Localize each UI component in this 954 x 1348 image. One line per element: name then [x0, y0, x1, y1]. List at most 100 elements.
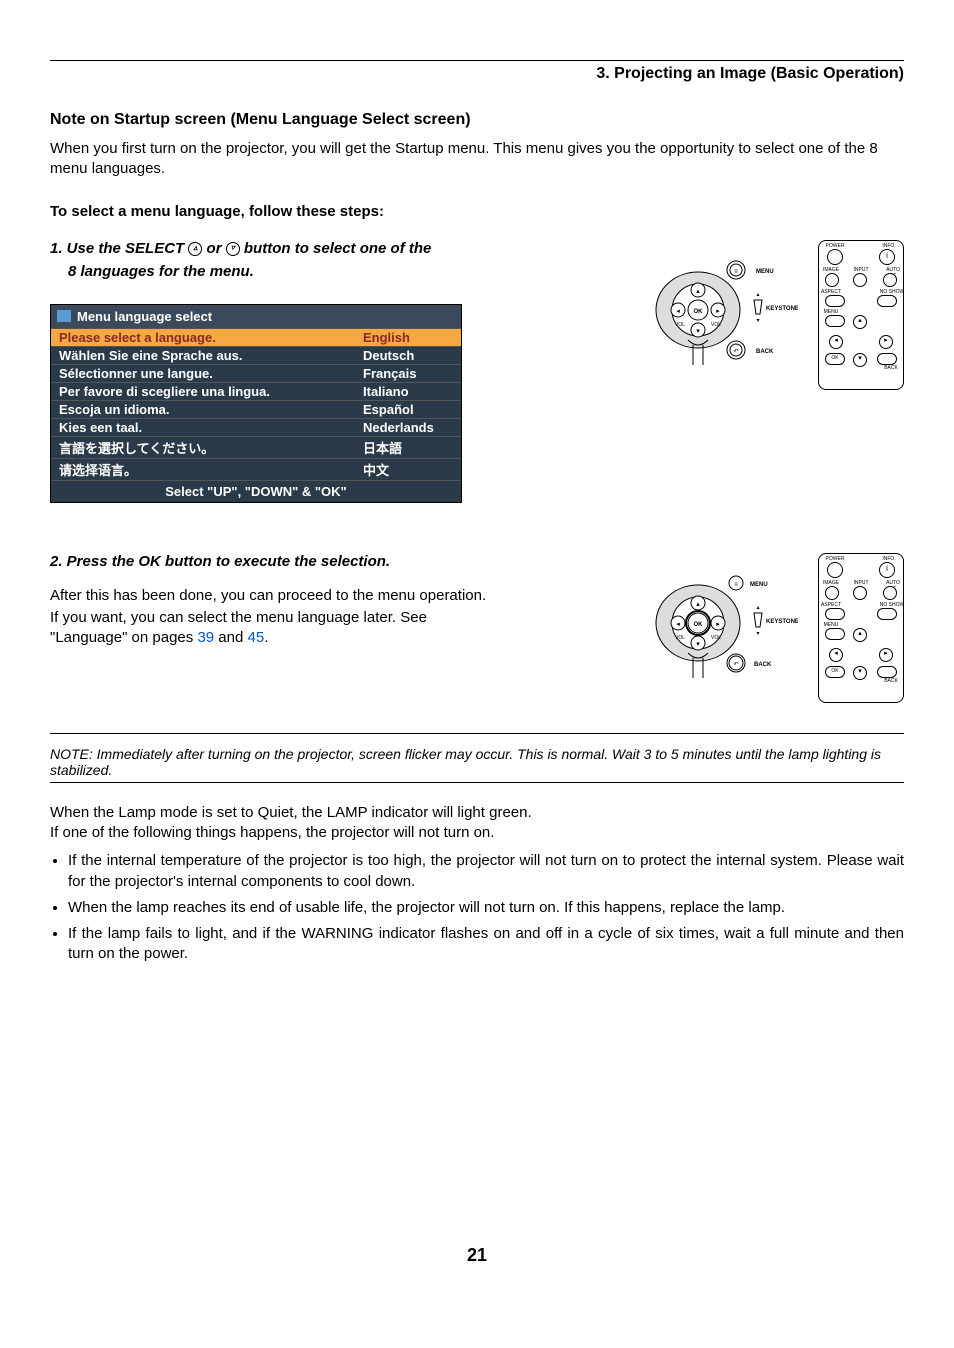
- down-select-icon: ▿: [226, 242, 240, 256]
- svg-text:≡: ≡: [734, 269, 738, 275]
- language-name: Nederlands: [363, 420, 453, 435]
- language-row: Kies een taal.Nederlands: [51, 418, 461, 436]
- svg-text:OK: OK: [694, 622, 704, 628]
- language-row: 言語を選択してください。日本語: [51, 436, 461, 458]
- intro-text: When you first turn on the projector, yo…: [50, 139, 904, 180]
- remote-info-label: INFO.: [879, 243, 899, 249]
- remote-power-btn: [827, 249, 843, 265]
- remote-back-btn: [877, 353, 897, 365]
- after-p2: If you want, you can select the menu lan…: [50, 608, 500, 649]
- language-row: Escoja un idioma.Español: [51, 400, 461, 418]
- step1-text-mid: or: [202, 240, 225, 257]
- remote-noshow-label: NO SHOW: [879, 289, 905, 295]
- remote2-back-label: BACK: [881, 678, 901, 684]
- keystone-label: KEYSTONE: [766, 306, 798, 312]
- remote2-ok-btn: OK: [825, 666, 845, 678]
- language-row: Per favore di scegliere una lingua.Itali…: [51, 382, 461, 400]
- svg-text:▾: ▾: [756, 631, 759, 637]
- language-title-icon: [57, 310, 71, 322]
- after-note-p1: When the Lamp mode is set to Quiet, the …: [50, 803, 904, 823]
- remote-diagram-2: POWER INFO. i IMAGE INPUT AUTO PC ASPECT…: [818, 553, 904, 703]
- remote-image-btn: [825, 273, 839, 287]
- remote2-power-btn: [827, 562, 843, 578]
- language-prompt: Kies een taal.: [59, 420, 363, 435]
- step1-line1: 1. Use the SELECT ▵ or ▿ button to selec…: [50, 240, 500, 257]
- control-panel-diagram-1: OK ▴ ▾ ◂ ▸ VOL VOL ≡ MENU ▴ ▾: [638, 240, 798, 380]
- remote2-down-btn: ▾: [853, 666, 867, 680]
- remote2-aspect-label: ASPECT: [821, 602, 841, 608]
- step1-block: 1. Use the SELECT ▵ or ▿ button to selec…: [50, 240, 904, 503]
- svg-text:↶: ↶: [733, 661, 738, 668]
- remote-up-btn: ▴: [853, 315, 867, 329]
- step2-line: 2. Press the OK button to execute the se…: [50, 553, 500, 570]
- svg-text:▾: ▾: [696, 641, 700, 648]
- language-prompt: Per favore di scegliere una lingua.: [59, 384, 363, 399]
- remote2-noshow-label: NO SHOW: [879, 602, 905, 608]
- remote-info-btn: i: [879, 249, 895, 265]
- step1-left: 1. Use the SELECT ▵ or ▿ button to selec…: [50, 240, 500, 503]
- svg-text:VOL: VOL: [711, 635, 721, 641]
- remote-image-label: IMAGE: [821, 267, 841, 273]
- language-rows: Please select a language.EnglishWählen S…: [51, 328, 461, 480]
- svg-text:≡: ≡: [734, 582, 738, 588]
- svg-text:▴: ▴: [696, 601, 700, 608]
- menu-label: MENU: [756, 269, 774, 275]
- after-end: .: [264, 629, 268, 646]
- remote-autopc-btn: [883, 273, 897, 287]
- svg-text:▴: ▴: [756, 605, 759, 611]
- language-name: Deutsch: [363, 348, 453, 363]
- remote2-noshow-btn: [877, 608, 897, 620]
- language-name: Italiano: [363, 384, 453, 399]
- language-row: Wählen Sie eine Sprache aus.Deutsch: [51, 346, 461, 364]
- up-select-icon: ▵: [188, 242, 202, 256]
- rule-top: [50, 60, 904, 61]
- language-prompt: Please select a language.: [59, 330, 363, 345]
- remote-menu-label: MENU: [821, 309, 841, 315]
- step1-text-end: button to select one of the: [240, 240, 432, 257]
- svg-text:BACK: BACK: [754, 662, 772, 668]
- language-prompt: Wählen Sie eine Sprache aus.: [59, 348, 363, 363]
- step1-right: OK ▴ ▾ ◂ ▸ VOL VOL ≡ MENU ▴ ▾: [520, 240, 904, 503]
- link-45[interactable]: 45: [248, 629, 265, 646]
- remote-noshow-btn: [877, 295, 897, 307]
- svg-text:VOL: VOL: [675, 322, 685, 328]
- language-row: Sélectionner une langue.Français: [51, 364, 461, 382]
- svg-text:↶: ↶: [733, 348, 738, 355]
- language-footer: Select "UP", "DOWN" & "OK": [51, 480, 461, 502]
- language-select-box: Menu language select Please select a lan…: [50, 304, 462, 503]
- language-prompt: Sélectionner une langue.: [59, 366, 363, 381]
- language-prompt: 言語を選択してください。: [59, 438, 363, 457]
- bullet-item: When the lamp reaches its end of usable …: [68, 898, 904, 918]
- step2-left: 2. Press the OK button to execute the se…: [50, 553, 500, 703]
- remote-diagram-1: POWER INFO. i IMAGE INPUT AUTO PC ASPECT…: [818, 240, 904, 390]
- svg-text:VOL: VOL: [675, 635, 685, 641]
- section-header: 3. Projecting an Image (Basic Operation): [50, 65, 904, 83]
- svg-text:▴: ▴: [696, 288, 700, 295]
- remote-menu-btn: [825, 315, 845, 327]
- remote2-info-btn: i: [879, 562, 895, 578]
- remote2-menu-btn: [825, 628, 845, 640]
- rule-note-top: [50, 733, 904, 734]
- language-prompt: 请选择语言。: [59, 460, 363, 479]
- svg-text:▾: ▾: [756, 318, 759, 324]
- language-name: English: [363, 330, 453, 345]
- back-label: BACK: [756, 349, 774, 355]
- language-prompt: Escoja un idioma.: [59, 402, 363, 417]
- control-panel-diagram-2: OK ▴ ▾ ◂ ▸ VOL VOL ≡ MENU ▴ ▾ KEYSTONE: [638, 553, 798, 693]
- ok-label: OK: [694, 309, 704, 315]
- remote2-image-label: IMAGE: [821, 580, 841, 586]
- remote2-left-btn: ◂: [829, 648, 843, 662]
- bullet-item: If the internal temperature of the proje…: [68, 851, 904, 892]
- after-note-p2: If one of the following things happens, …: [50, 823, 904, 843]
- bullet-item: If the lamp fails to light, and if the W…: [68, 924, 904, 965]
- link-39[interactable]: 39: [197, 629, 214, 646]
- language-name: 中文: [363, 460, 453, 479]
- step2-right: OK ▴ ▾ ◂ ▸ VOL VOL ≡ MENU ▴ ▾ KEYSTONE: [520, 553, 904, 703]
- svg-text:MENU: MENU: [750, 582, 768, 588]
- remote-back-label: BACK: [881, 365, 901, 371]
- note-text: NOTE: Immediately after turning on the p…: [50, 746, 904, 778]
- remote2-up-btn: ▴: [853, 628, 867, 642]
- rule-note-bottom: [50, 782, 904, 783]
- remote2-info-label: INFO.: [879, 556, 899, 562]
- svg-text:▸: ▸: [716, 308, 720, 315]
